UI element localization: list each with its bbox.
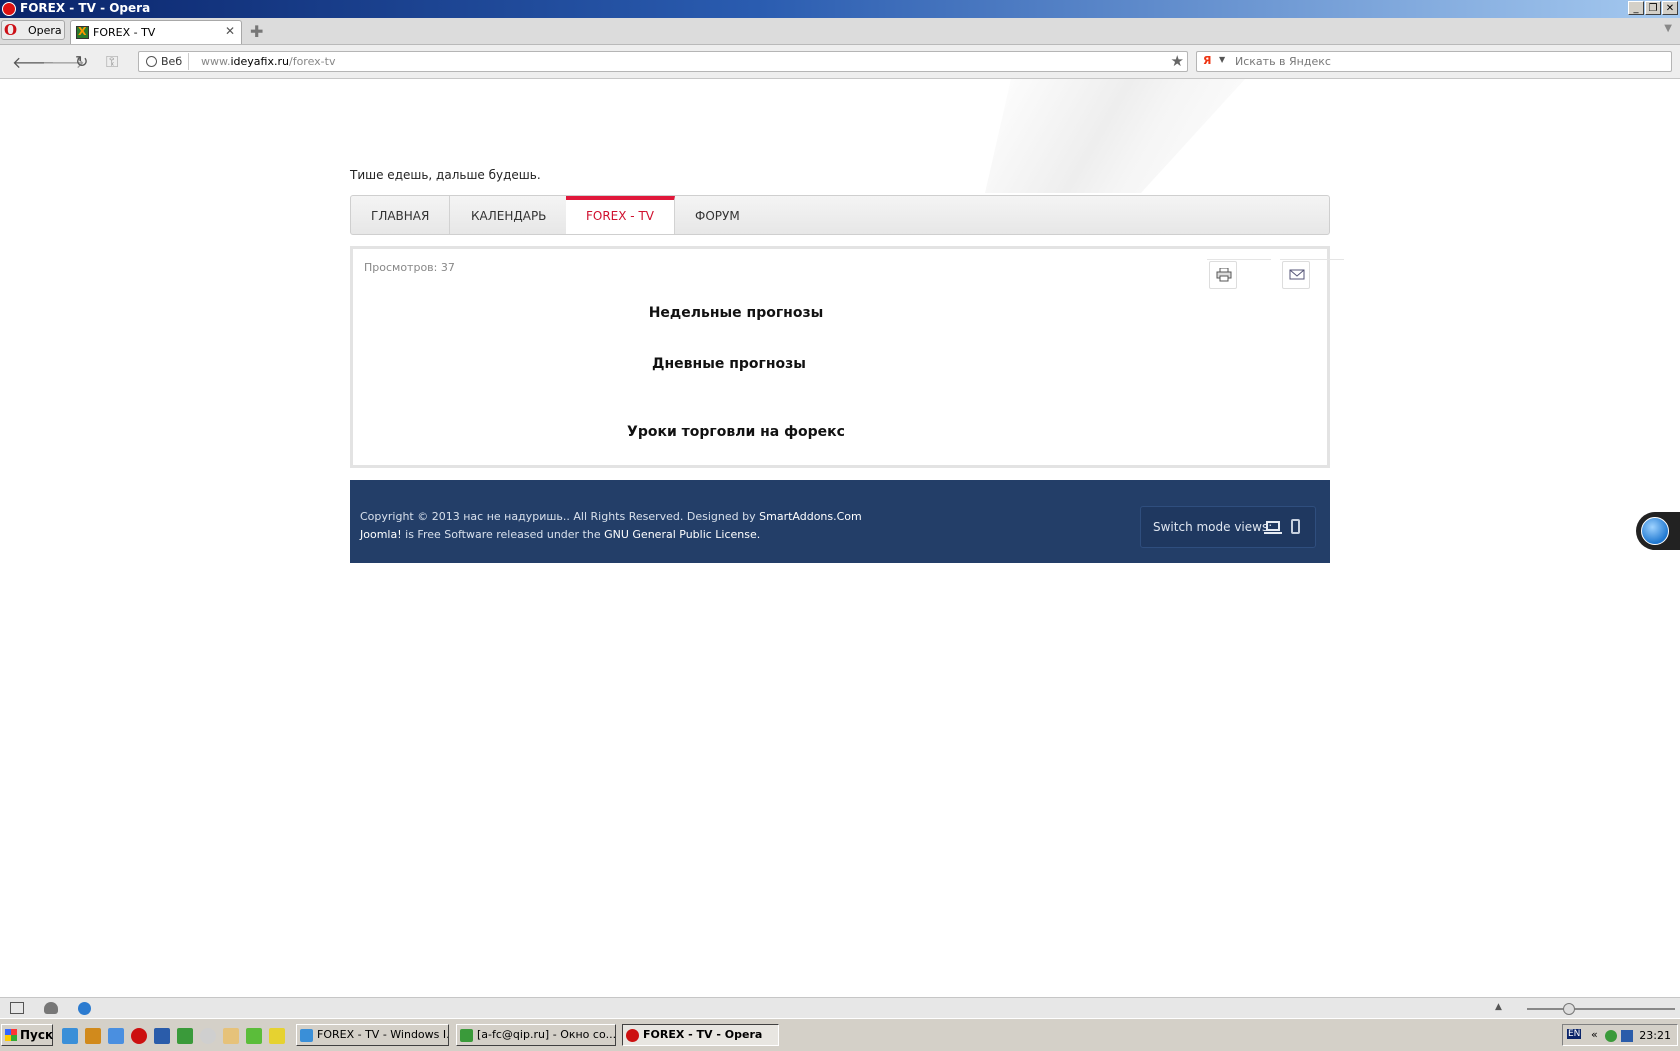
close-tab-icon[interactable]: ✕ [225, 24, 235, 38]
close-window-button[interactable]: ✕ [1662, 1, 1678, 15]
search-engine-dropdown-icon[interactable]: ▼ [1219, 55, 1225, 64]
switch-mode-views: Switch mode views: [1140, 506, 1316, 548]
start-button[interactable]: Пуск [1, 1024, 53, 1046]
language-indicator[interactable]: EN [1567, 1029, 1582, 1039]
qip-quicklaunch-icon[interactable] [177, 1028, 193, 1044]
taskbar-button-opera[interactable]: FOREX - TV - Opera [622, 1024, 779, 1046]
view-options-icon[interactable]: ▲ [1495, 1002, 1509, 1014]
menu-item-forum[interactable]: ФОРУМ [675, 196, 760, 234]
side-gadget-button[interactable] [1636, 512, 1680, 550]
maximize-button[interactable]: ❐ [1645, 1, 1661, 15]
opera-menu-button[interactable]: O Opera [1, 20, 65, 40]
opera-logo-icon [2, 2, 16, 16]
menu-item-home[interactable]: ГЛАВНАЯ [351, 196, 451, 234]
opera-o-icon: O [4, 21, 18, 39]
print-icon [1216, 268, 1232, 282]
email-icon [1289, 269, 1305, 280]
license-line: Joomla! is Free Software released under … [360, 528, 761, 541]
views-count: Просмотров: 37 [364, 261, 455, 274]
opera-menu-label: Opera [28, 24, 62, 37]
gpl-link[interactable]: GNU General Public License. [604, 528, 760, 541]
heading-forex-lessons: Уроки торговли на форекс [627, 424, 845, 440]
site-slogan: Тише едешь, дальше будешь. [350, 168, 541, 182]
taskbar-button-ie[interactable]: FOREX - TV - Windows I... [296, 1024, 449, 1046]
tray-expand-icon[interactable]: « [1591, 1028, 1598, 1041]
email-button[interactable] [1280, 259, 1344, 289]
green-app-quicklaunch-icon[interactable] [246, 1028, 262, 1044]
folder-quicklaunch-icon[interactable] [223, 1028, 239, 1044]
cloud-icon[interactable] [44, 1002, 58, 1014]
tab-bar: O Opera FOREX - TV ✕ ✚ ▼ [0, 18, 1680, 45]
url-domain: ideyafix.ru [230, 55, 289, 68]
taskbar-button-qip[interactable]: [a-fc@qip.ru] - Окно со... [456, 1024, 616, 1046]
yellow-app-quicklaunch-icon[interactable] [269, 1028, 285, 1044]
ie-quicklaunch-icon[interactable] [62, 1028, 78, 1044]
browser-quicklaunch-icon[interactable] [108, 1028, 124, 1044]
app-quicklaunch-icon[interactable] [85, 1028, 101, 1044]
scope-button[interactable]: Веб [141, 53, 190, 70]
search-placeholder: Искать в Яндекс [1235, 55, 1331, 68]
reload-icon[interactable]: ↻ [75, 52, 88, 71]
bookmark-star-icon[interactable]: ★ [1171, 52, 1184, 70]
heading-weekly-forecasts: Недельные прогнозы [648, 305, 824, 321]
minimize-button[interactable]: _ [1628, 1, 1644, 15]
designer-link[interactable]: SmartAddons.Com [759, 510, 862, 523]
clock: 23:21 [1639, 1029, 1671, 1042]
address-toolbar: 🡐 🡒 ↻ ⚿ Веб www.ideyafix.ru/forex-tv ★ Я… [0, 45, 1680, 79]
word-quicklaunch-icon[interactable] [154, 1028, 170, 1044]
windows-taskbar: Пуск FOREX - TV - Windows I... [a-fc@qip… [0, 1018, 1680, 1051]
window-title: FOREX - TV - Opera [20, 1, 151, 15]
pencil-icon [1641, 517, 1669, 545]
print-button[interactable] [1207, 259, 1271, 289]
network-tray-icon[interactable] [1621, 1030, 1633, 1042]
main-menu: ГЛАВНАЯ КАЛЕНДАРЬ FOREX - TV ФОРУМ [350, 195, 1330, 235]
scope-label: Веб [161, 55, 183, 68]
header-decoration [985, 79, 1245, 193]
tab-forex-tv[interactable]: FOREX - TV ✕ [70, 20, 242, 44]
menu-item-calendar[interactable]: КАЛЕНДАРЬ [451, 196, 568, 234]
site-footer: Copyright © 2013 нас не надуришь.. All R… [350, 480, 1330, 563]
window-title-bar: FOREX - TV - Opera _ ❐ ✕ [0, 0, 1680, 18]
zoom-slider[interactable] [1527, 1003, 1675, 1015]
yandex-icon: Я [1203, 54, 1212, 67]
panel-toggle-icon[interactable] [10, 1002, 24, 1014]
search-field[interactable]: Я ▼ Искать в Яндекс [1196, 51, 1672, 72]
turbo-icon[interactable] [78, 1002, 91, 1015]
tab-list-chevron-icon[interactable]: ▼ [1664, 23, 1672, 34]
desktop-view-icon[interactable] [1264, 521, 1282, 534]
address-field[interactable]: Веб www.ideyafix.ru/forex-tv ★ [138, 51, 1188, 72]
mobile-view-icon[interactable] [1291, 519, 1300, 534]
key-icon[interactable]: ⚿ [106, 52, 118, 72]
system-tray: EN « 23:21 [1562, 1024, 1678, 1046]
article-box: Просмотров: 37 Недельные прогнозы Дневны… [350, 246, 1344, 468]
url-text: www.ideyafix.ru/forex-tv [201, 55, 336, 68]
tab-title: FOREX - TV [93, 26, 156, 39]
compass-quicklaunch-icon[interactable] [200, 1028, 216, 1044]
zoom-slider-knob[interactable] [1563, 1003, 1575, 1015]
site-favicon-icon [76, 25, 89, 39]
browser-status-bar: ▲ [0, 997, 1680, 1019]
heading-daily-forecasts: Дневные прогнозы [652, 356, 806, 372]
windows-flag-icon [5, 1029, 17, 1041]
menu-item-forex-tv[interactable]: FOREX - TV [566, 196, 675, 234]
joomla-link[interactable]: Joomla! [360, 528, 402, 541]
copyright-line: Copyright © 2013 нас не надуришь.. All R… [360, 510, 862, 523]
opera-quicklaunch-icon[interactable] [131, 1028, 147, 1044]
globe-icon [146, 56, 157, 67]
new-tab-icon[interactable]: ✚ [250, 22, 263, 41]
qip-tray-icon[interactable] [1605, 1030, 1617, 1042]
switch-mode-label: Switch mode views: [1153, 520, 1273, 534]
web-page: Тише едешь, дальше будешь. ГЛАВНАЯ КАЛЕН… [0, 79, 1680, 997]
